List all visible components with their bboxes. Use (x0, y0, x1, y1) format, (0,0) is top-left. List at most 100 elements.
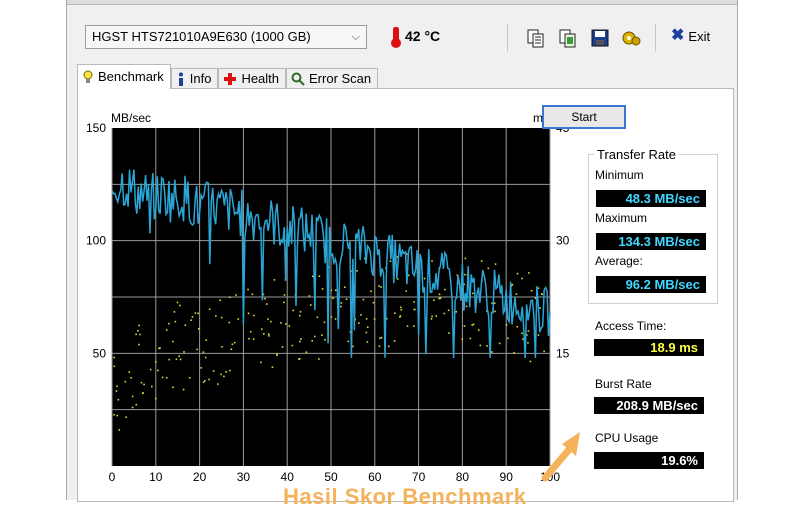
access-time-point (116, 414, 118, 417)
access-time-point (435, 315, 438, 317)
access-time-value: 18.9 ms (594, 339, 704, 356)
access-time-point (283, 294, 286, 296)
access-time-point (443, 312, 446, 315)
x-tick-label: 80 (456, 470, 470, 484)
access-time-point (516, 272, 519, 275)
access-time-point (380, 336, 383, 339)
access-time-point (366, 326, 369, 329)
x-tick-label: 70 (412, 470, 426, 484)
access-time-point (321, 288, 324, 290)
access-time-point (318, 358, 320, 360)
access-time-point (253, 314, 255, 317)
access-time-point (413, 308, 416, 311)
access-time-point (140, 381, 143, 384)
access-time-point (543, 350, 545, 353)
access-time-point (494, 263, 497, 265)
access-time-point (265, 303, 268, 305)
access-time-point (283, 301, 285, 304)
access-time-point (151, 385, 153, 388)
access-time-point (205, 339, 208, 341)
access-time-point (370, 290, 372, 293)
access-time-point (347, 340, 350, 343)
access-time-point (498, 342, 501, 345)
start-button[interactable]: Start (542, 105, 626, 129)
y-right-tick-label: 15 (556, 346, 570, 360)
access-time-point (173, 311, 176, 313)
maximum-label: Maximum (595, 211, 648, 225)
access-time-point (372, 301, 375, 304)
access-time-point (212, 370, 215, 372)
maximum-value: 134.3 MB/sec (596, 233, 706, 250)
access-time-point (387, 345, 390, 348)
access-time-point (264, 297, 266, 300)
access-time-point (537, 334, 540, 336)
access-time-point (507, 337, 509, 340)
access-time-point (292, 309, 294, 312)
access-time-point (486, 345, 488, 347)
access-time-point (461, 338, 464, 340)
cpu-usage-label: CPU Usage (595, 431, 659, 445)
access-time-point (379, 337, 381, 340)
access-time-point (229, 369, 231, 372)
access-time-point (248, 337, 250, 340)
tab-benchmark[interactable]: Benchmark (77, 64, 171, 89)
access-time-point (184, 324, 187, 327)
access-time-point (378, 285, 380, 287)
access-time-point (221, 346, 223, 348)
x-tick-label: 0 (109, 470, 116, 484)
burst-rate-value: 208.9 MB/sec (594, 397, 704, 414)
access-time-point (521, 332, 523, 335)
access-time-point (455, 311, 458, 313)
access-time-point (228, 321, 231, 324)
access-time-point (161, 376, 164, 379)
x-tick-label: 100 (540, 470, 560, 484)
access-time-point (276, 353, 278, 355)
access-time-point (138, 343, 140, 346)
access-time-point (174, 320, 177, 323)
access-time-point (400, 308, 403, 311)
access-time-point (472, 292, 474, 295)
access-time-point (165, 377, 168, 379)
access-time-point (267, 333, 270, 335)
access-time-point (430, 318, 433, 320)
access-time-point (143, 383, 145, 386)
access-time-point (125, 416, 127, 419)
burst-rate-label: Burst Rate (595, 377, 652, 391)
access-time-point (393, 340, 396, 342)
y-right-tick-label: 30 (556, 234, 570, 248)
access-time-point (529, 360, 532, 363)
access-time-point (405, 290, 408, 292)
y-left-tick-label: 150 (86, 121, 106, 135)
access-time-point (182, 388, 185, 391)
access-time-point (247, 288, 249, 291)
access-time-point (345, 298, 348, 301)
access-time-point (541, 293, 543, 296)
access-time-point (191, 316, 194, 318)
access-time-point (399, 315, 402, 317)
access-time-point (358, 322, 360, 324)
access-time-point (447, 309, 450, 312)
access-time-point (225, 371, 227, 373)
access-time-point (149, 368, 152, 371)
access-time-point (521, 277, 523, 280)
access-time-point (324, 338, 326, 341)
minimum-value: 48.3 MB/sec (596, 190, 706, 207)
access-time-point (463, 325, 466, 327)
access-time-point (165, 329, 168, 331)
access-time-point (124, 380, 127, 383)
average-value: 96.2 MB/sec (596, 276, 706, 293)
access-time-point (321, 334, 323, 336)
y-left-tick-label: 50 (93, 346, 107, 360)
access-time-point (223, 375, 225, 378)
access-time-point (237, 318, 240, 320)
access-time-point (530, 289, 533, 292)
access-time-point (115, 390, 118, 392)
x-tick-label: 40 (281, 470, 295, 484)
access-time-point (527, 342, 529, 344)
access-time-point (137, 329, 139, 332)
access-time-point (308, 295, 311, 297)
access-time-point (311, 275, 314, 278)
access-time-point (281, 346, 284, 348)
access-time-point (491, 351, 493, 353)
access-time-point (183, 351, 185, 353)
